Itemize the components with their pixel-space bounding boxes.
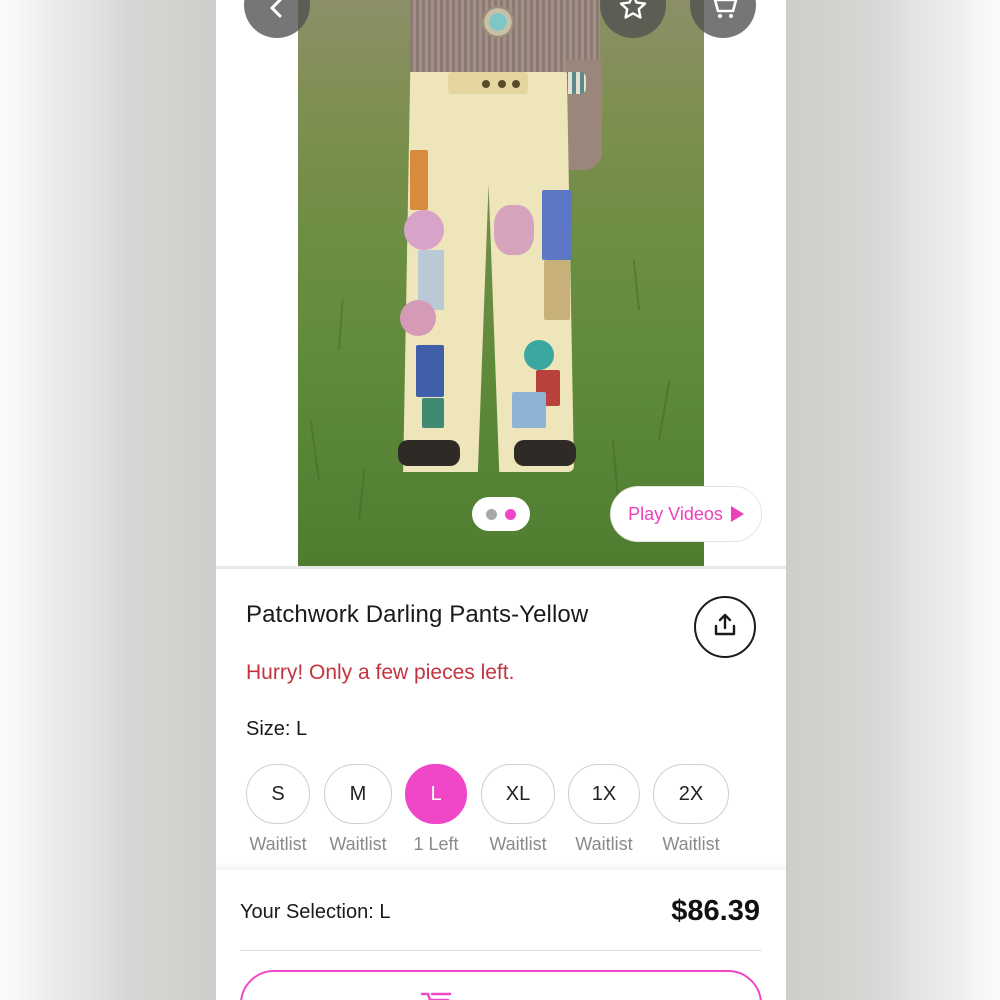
- product-image[interactable]: [298, 0, 704, 566]
- size-option-label: M: [349, 782, 367, 805]
- size-label: Size: L: [246, 718, 308, 740]
- add-to-cart-button[interactable]: [240, 970, 762, 1000]
- play-videos-button[interactable]: Play Videos: [610, 486, 762, 542]
- model-shoe-left: [398, 440, 460, 466]
- size-status-xl: Waitlist: [489, 834, 547, 854]
- size-status-1x: Waitlist: [575, 834, 633, 854]
- cart-icon: [707, 0, 739, 24]
- product-title: Patchwork Darling Pants-Yellow: [246, 601, 589, 628]
- gallery-dot-2[interactable]: [505, 508, 516, 520]
- size-status-m: Waitlist: [329, 834, 387, 854]
- size-option-label: L: [430, 782, 442, 805]
- section-divider: [216, 566, 786, 569]
- selection-label: Your Selection: L: [240, 901, 391, 923]
- play-icon: [730, 506, 744, 522]
- size-option-label: XL: [505, 782, 531, 805]
- play-videos-label: Play Videos: [628, 503, 723, 524]
- star-icon: [619, 0, 647, 24]
- cart-add-icon: [418, 990, 454, 1000]
- size-option-label: 1X: [591, 782, 617, 805]
- size-option-l[interactable]: L: [405, 764, 467, 824]
- size-status-l: 1 Left: [413, 834, 459, 854]
- share-button[interactable]: [694, 596, 756, 658]
- background-right: [786, 0, 1000, 1000]
- selection-divider: [240, 950, 762, 951]
- size-option-1x[interactable]: 1X: [568, 764, 640, 824]
- size-option-m[interactable]: M: [324, 764, 392, 824]
- size-option-2x[interactable]: 2X: [653, 764, 729, 824]
- gallery-dot-1[interactable]: [486, 508, 497, 520]
- gallery-indicator: [472, 497, 530, 531]
- size-option-label: S: [271, 782, 285, 805]
- share-icon: [712, 612, 738, 643]
- product-screen: Play Videos Patchwork Darling Pants-Yell…: [216, 0, 786, 1000]
- size-status-2x: Waitlist: [662, 834, 720, 854]
- stock-warning: Hurry! Only a few pieces left.: [246, 661, 515, 684]
- size-option-label: 2X: [678, 782, 704, 805]
- background-left: [0, 0, 216, 1000]
- size-option-s[interactable]: S: [246, 764, 310, 824]
- pendant-necklace: [482, 6, 514, 38]
- chevron-left-icon: [266, 0, 288, 24]
- model-shoe-right: [514, 440, 576, 466]
- size-option-xl[interactable]: XL: [481, 764, 555, 824]
- product-price: $86.39: [671, 895, 760, 927]
- size-status-s: Waitlist: [249, 834, 307, 854]
